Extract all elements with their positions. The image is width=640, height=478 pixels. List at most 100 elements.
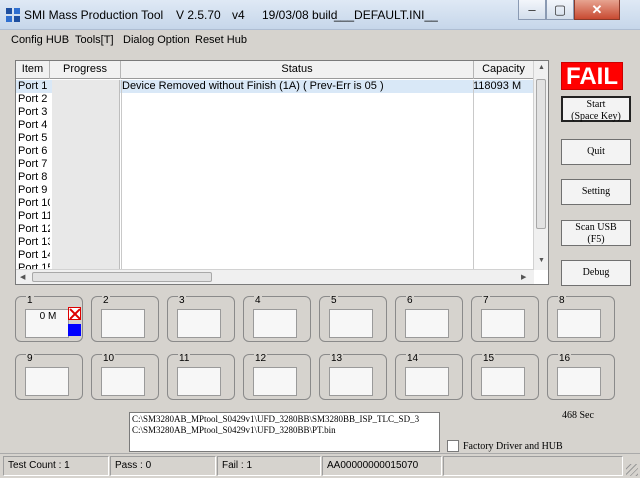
row-capacity [473,249,533,262]
horizontal-scroll-thumb[interactable] [32,272,212,282]
row-status [122,197,476,210]
minimize-button[interactable]: – [518,0,546,20]
port-panel-5[interactable]: 5 [319,295,387,342]
port-panel-10[interactable]: 10 [91,353,159,400]
port-display [101,367,145,396]
firmware-path-line: C:\SM3280AB_MPtool_S0429v1\UFD_3280BB\PT… [132,425,336,435]
scroll-up-icon[interactable]: ▲ [538,64,545,71]
firmware-path-line: C:\SM3280AB_MPtool_S0429v1\UFD_3280BB\SM… [132,414,420,424]
firmware-path-box[interactable]: C:\SM3280AB_MPtool_S0429v1\UFD_3280BB\SM… [129,412,440,452]
row-capacity: 118093 M [473,80,522,92]
row-capacity [473,158,533,171]
port-panel-9[interactable]: 9 [15,353,83,400]
table-row[interactable]: Port 1 Device Removed without Finish (1A)… [16,80,534,93]
col-status[interactable]: Status [121,61,474,79]
menu-tools[interactable]: Tools[T] [75,34,114,46]
horizontal-scrollbar[interactable]: ◀ ▶ [16,269,534,284]
resize-grip-icon[interactable] [626,464,638,476]
row-progress [52,158,120,171]
version-label: V 2.5.70 [176,8,221,22]
vertical-scroll-thumb[interactable] [536,79,546,229]
port-panel-7[interactable]: 7 [471,295,539,342]
row-capacity [473,197,533,210]
port-display [253,309,297,338]
col-capacity[interactable]: Capacity [474,61,534,79]
table-row[interactable]: Port 13 [16,236,534,249]
table-row[interactable]: Port 4 [16,119,534,132]
port-panel-14[interactable]: 14 [395,353,463,400]
scroll-down-icon[interactable]: ▼ [538,257,545,264]
vertical-scrollbar[interactable]: ▲ ▼ [533,61,548,270]
port-capacity: 0 M [39,311,57,322]
table-row[interactable]: Port 14 [16,249,534,262]
table-row[interactable]: Port 9 [16,184,534,197]
close-button[interactable]: ✕ [574,0,620,20]
scan-usb-button[interactable]: Scan USB (F5) [561,220,631,246]
start-button[interactable]: Start (Space Key) [561,96,631,122]
row-status [122,93,476,106]
list-rows: Port 1 Device Removed without Finish (1A)… [16,80,534,270]
table-row[interactable]: Port 7 [16,158,534,171]
port-panel-2[interactable]: 2 [91,295,159,342]
port-panel-1[interactable]: 1 0 M [15,295,83,342]
table-row[interactable]: Port 8 [16,171,534,184]
table-row[interactable]: Port 2 [16,93,534,106]
row-progress [52,197,120,210]
table-row[interactable]: Port 6 [16,145,534,158]
menu-config-hub[interactable]: Config HUB [11,34,69,46]
row-progress [52,223,120,236]
table-row[interactable]: Port 3 [16,106,534,119]
scroll-right-icon[interactable]: ▶ [521,273,526,281]
table-row[interactable]: Port 12 [16,223,534,236]
quit-button[interactable]: Quit [561,139,631,165]
menu-bar: Config HUB Tools[T] Dialog Option Reset … [0,31,640,51]
row-status [122,132,476,145]
setting-button[interactable]: Setting [561,179,631,205]
maximize-button[interactable]: ▢ [546,0,574,20]
table-row[interactable]: Port 11 [16,210,534,223]
col-item[interactable]: Item [16,61,50,79]
elapsed-time: 468 Sec [562,410,594,421]
port-panel-13[interactable]: 13 [319,353,387,400]
port-display [557,309,601,338]
table-row[interactable]: Port 5 [16,132,534,145]
menu-reset-hub[interactable]: Reset Hub [195,34,247,46]
row-capacity [473,93,533,106]
menu-dialog-option[interactable]: Dialog Option [123,34,190,46]
row-capacity [473,119,533,132]
row-port: Port 3 [18,106,48,118]
row-status [122,171,476,184]
minimize-icon: – [528,2,536,17]
row-port: Port 2 [18,93,48,105]
port-panel-11[interactable]: 11 [167,353,235,400]
table-row[interactable]: Port 10 [16,197,534,210]
port-number: 6 [406,295,414,306]
row-port: Port 8 [18,171,48,183]
row-status [122,106,476,119]
port-panel-3[interactable]: 3 [167,295,235,342]
port-display [481,309,525,338]
port-display [177,367,221,396]
port-list[interactable]: Item Progress Status Capacity Port 1 Devi… [15,60,549,285]
app-icon [6,8,20,22]
serial-number: AA00000000015070 [322,456,442,476]
scroll-left-icon[interactable]: ◀ [20,273,25,281]
port-panel-16[interactable]: 16 [547,353,615,400]
row-port: Port 11 [18,210,50,222]
row-progress [52,106,120,119]
port-panel-4[interactable]: 4 [243,295,311,342]
port-number: 11 [178,353,191,364]
debug-button[interactable]: Debug [561,260,631,286]
row-port: Port 7 [18,158,48,170]
port-panel-8[interactable]: 8 [547,295,615,342]
row-status: Device Removed without Finish (1A) ( Pre… [122,80,384,92]
row-progress [52,236,120,249]
row-capacity [473,132,533,145]
port-display: 0 M [25,309,69,338]
port-panel-6[interactable]: 6 [395,295,463,342]
port-panel-15[interactable]: 15 [471,353,539,400]
factory-driver-checkbox[interactable] [447,440,459,452]
row-port: Port 10 [18,197,50,209]
port-panel-12[interactable]: 12 [243,353,311,400]
col-progress[interactable]: Progress [50,61,121,79]
